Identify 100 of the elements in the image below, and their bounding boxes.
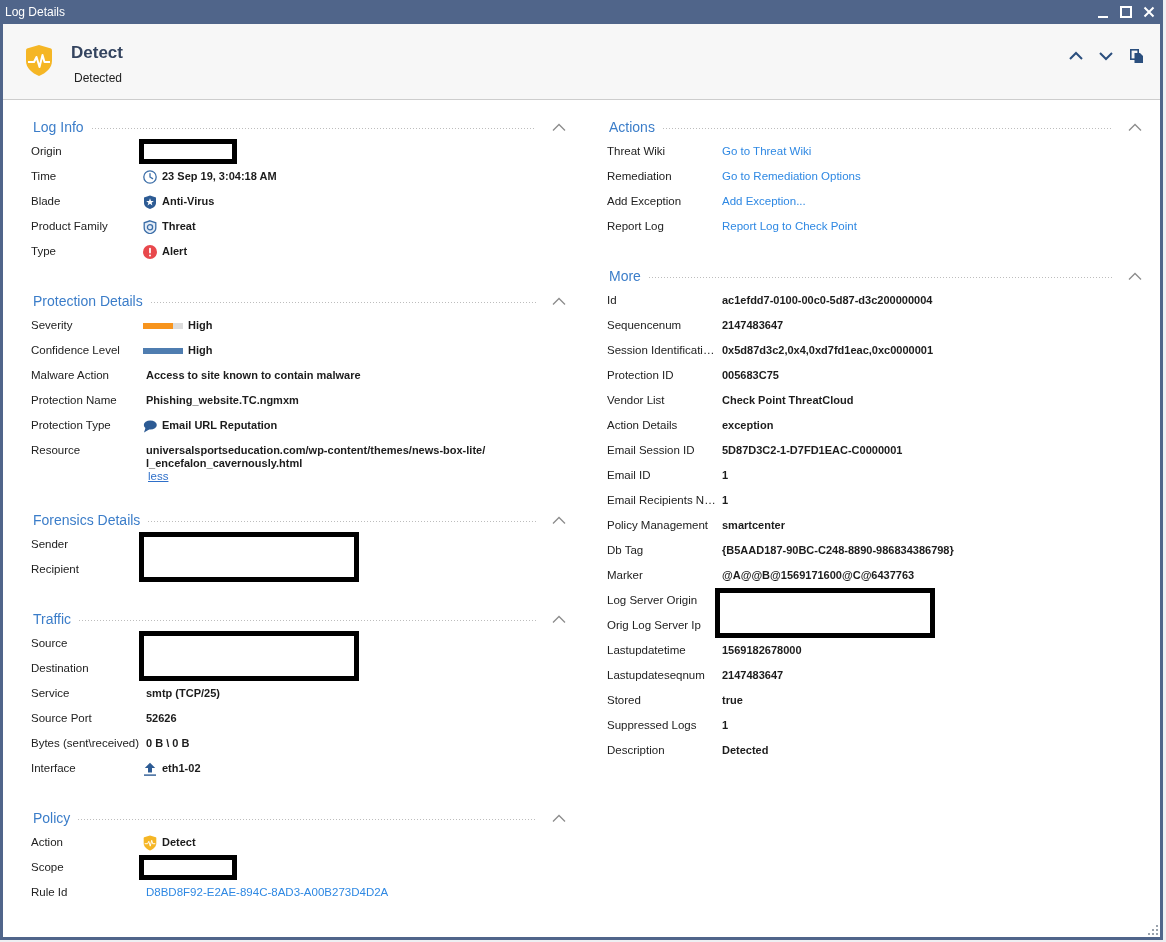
field-label: Id [607,293,618,308]
field-label: Malware Action [31,368,110,383]
field-value: Email URL Reputation [162,418,278,433]
field-label: Stored [607,693,642,708]
chevron-up-icon [1128,271,1142,281]
field-value: 23 Sep 19, 3:04:18 AM [162,169,277,184]
field-label: Orig Log Server Ip [607,618,702,633]
field-label: Vendor List [607,393,666,408]
field-label: Protection Name [31,393,118,408]
field-value: 1 [722,718,730,733]
field-label: Blade [31,194,62,209]
field-value: @A@@B@1569171600@C@6437763 [722,568,916,583]
shield-ring-icon [143,219,157,234]
chevron-up-icon [552,813,566,823]
field-value: smartcenter [722,518,786,533]
up-arrow-icon [143,761,157,776]
field-value: High [188,318,213,333]
field-value: 1 [722,493,730,508]
window-title: Log Details [5,4,66,21]
field-label: Service [31,686,71,701]
value-link[interactable]: Go to Threat Wiki [722,139,812,164]
field-value: 2147483647 [722,318,785,333]
field-label: Remediation [607,169,673,184]
field-label: Report Log [607,219,665,234]
field-label: Source Port [31,711,93,726]
field-label: Recipient [31,562,80,577]
field-value: 1 [722,468,730,483]
field-value: Check Point ThreatCloud [722,393,855,408]
chevron-down-icon [1099,51,1113,61]
field-label: Suppressed Logs [607,718,698,733]
alert-icon [143,244,157,259]
field-label: Add Exception [607,194,683,209]
field-label: Lastupdateseqnum [607,668,706,683]
field-value: smtp (TCP/25) [146,686,221,701]
field-label: Log Server Origin [607,593,699,608]
field-label: Threat Wiki [607,144,667,159]
field-label: Session Identificati… [607,343,716,358]
field-value: 0 B \ 0 B [146,736,191,751]
section-title: More [609,267,641,285]
section-title: Protection Details [33,292,143,310]
clock-icon [143,169,157,184]
field-label: Severity [31,318,74,333]
field-value: true [722,693,744,708]
resize-grip-icon[interactable] [1148,925,1158,935]
field-value: exception [722,418,775,433]
value-link[interactable]: Go to Remediation Options [722,164,861,189]
value-link[interactable]: Add Exception... [722,189,806,214]
field-value: Threat [162,219,196,234]
log-subtitle: Detected [74,70,123,86]
field-label: Marker [607,568,644,583]
field-label: Source [31,636,69,651]
field-label: Lastupdatetime [607,643,687,658]
field-label: Sender [31,537,70,552]
chevron-up-icon [552,515,566,525]
field-value: High [188,343,213,358]
copy-icon [1129,49,1143,63]
minimize-icon [1097,16,1108,18]
field-value: {B5AAD187-90BC-C248-8890-986834386798} [722,543,955,558]
field-value: 52626 [146,711,178,726]
chevron-up-icon [1128,122,1142,132]
section-title: Traffic [33,610,72,628]
field-value: 2147483647 [722,668,785,683]
field-value: 005683C75 [722,368,780,383]
field-label: Protection Type [31,418,112,433]
field-value: Anti-Virus [162,194,215,209]
close-icon [1142,6,1155,18]
log-title: Detect [71,42,123,64]
shield-pulse-icon [143,834,157,851]
field-label: Db Tag [607,543,645,558]
field-label: Resource [31,443,82,458]
field-label: Product Family [31,219,109,234]
field-label: Confidence Level [31,343,121,358]
speech-bubble-icon [143,418,157,433]
field-label: Protection ID [607,368,675,383]
value-link[interactable]: D8BD8F92-E2AE-894C-8AD3-A00B273D4D2A [146,880,389,905]
value-link[interactable]: Report Log to Check Point [722,214,857,239]
field-label: Action [31,835,64,850]
field-label: Description [607,743,666,758]
shield-pulse-icon [25,44,53,77]
section-title: Actions [609,118,655,136]
field-value: eth1-02 [162,761,201,776]
field-value: ac1efdd7-0100-00c0-5d87-d3c200000004 [722,293,934,308]
less-link[interactable]: less [148,470,169,483]
field-value: Phishing_website.TC.ngmxm [146,393,300,408]
field-label: Interface [31,761,77,776]
field-label: Destination [31,661,90,676]
field-value: Access to site known to contain malware [146,368,362,383]
field-label: Policy Management [607,518,709,533]
field-value: 0x5d87d3c2,0x4,0xd7fd1eac,0xc0000001 [722,343,934,358]
field-label: Time [31,169,58,184]
field-label: Type [31,244,57,259]
section-title: Forensics Details [33,511,141,529]
chevron-up-icon [552,296,566,306]
field-label: Origin [31,144,63,159]
chevron-up-icon [552,614,566,624]
field-label: Email Recipients N… [607,493,717,508]
field-value: Alert [162,244,188,259]
chevron-up-icon [1069,51,1083,61]
field-value: Detect [162,835,196,850]
field-label: Scope [31,860,65,875]
